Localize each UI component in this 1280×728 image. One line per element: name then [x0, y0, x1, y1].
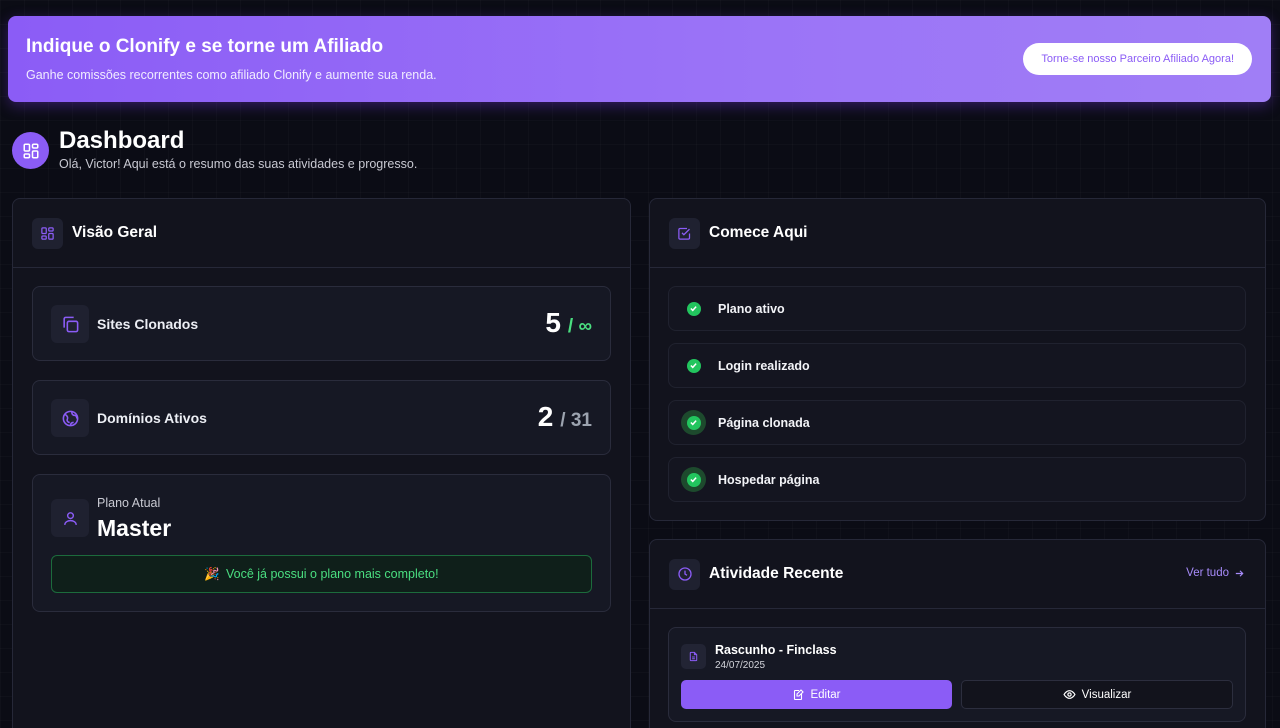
see-all-link[interactable]: Ver tudo [1186, 567, 1245, 579]
step-label: Plano ativo [718, 301, 785, 316]
check-icon [681, 353, 706, 378]
grid-icon [32, 217, 63, 249]
activity-date: 24/07/2025 [715, 660, 766, 671]
edit-label: Editar [810, 688, 841, 701]
affiliate-banner: Indique o Clonify e se torne um Afiliado… [8, 16, 1271, 102]
sites-cloned-label: Sites Clonados [97, 316, 199, 332]
active-domains-stat: Domínios Ativos 2 / 31 [32, 380, 611, 455]
step-item: Plano ativo [668, 286, 1246, 331]
getting-started-card: Comece Aqui Plano ativo Login realizado … [649, 198, 1266, 521]
step-label: Login realizado [718, 358, 810, 373]
activity-item: Rascunho - Finclass 24/07/2025 Editar Vi… [668, 627, 1246, 722]
checkbox-icon [669, 217, 700, 249]
globe-icon [51, 399, 89, 437]
plan-label: Plano Atual [97, 496, 161, 510]
view-button[interactable]: Visualizar [961, 680, 1233, 709]
check-icon [681, 296, 706, 321]
sites-cloned-value: 5 / ∞ [545, 307, 592, 339]
page-title: Dashboard [59, 127, 185, 154]
step-item[interactable]: Hospedar página [668, 457, 1246, 502]
see-all-label: Ver tudo [1186, 567, 1229, 579]
check-icon [681, 410, 706, 435]
step-item: Login realizado [668, 343, 1246, 388]
banner-title: Indique o Clonify e se torne um Afiliado [26, 36, 384, 57]
eye-icon [1063, 690, 1076, 699]
edit-button[interactable]: Editar [681, 680, 952, 709]
affiliate-button[interactable]: Torne-se nosso Parceiro Afiliado Agora! [1023, 43, 1252, 75]
grid-icon [12, 132, 49, 169]
sites-cloned-count: 5 [545, 307, 561, 338]
banner-subtitle: Ganhe comissões recorrentes como afiliad… [26, 68, 437, 82]
document-icon [681, 644, 706, 669]
user-icon [51, 499, 89, 537]
overview-card: Visão Geral Sites Clonados 5 / ∞ Domínio… [12, 198, 631, 728]
step-item[interactable]: Página clonada [668, 400, 1246, 445]
party-icon: 🎉 [204, 566, 220, 581]
edit-icon [794, 688, 805, 700]
plan-name: Master [97, 515, 172, 541]
sites-cloned-stat: Sites Clonados 5 / ∞ [32, 286, 611, 361]
recent-activity-header: Atividade Recente Ver tudo [650, 540, 1265, 609]
overview-title: Visão Geral [72, 224, 158, 241]
sites-cloned-limit: / ∞ [567, 316, 592, 337]
page-subtitle: Olá, Victor! Aqui está o resumo das suas… [59, 157, 418, 171]
step-label: Hospedar página [718, 472, 820, 487]
current-plan: Plano Atual Master 🎉 Você já possui o pl… [32, 474, 611, 612]
getting-started-header: Comece Aqui [650, 199, 1265, 268]
recent-activity-card: Atividade Recente Ver tudo Rascunho - Fi… [649, 539, 1266, 728]
plan-note: 🎉 Você já possui o plano mais completo! [51, 555, 592, 593]
active-domains-count: 2 [537, 401, 554, 432]
step-label: Página clonada [718, 415, 810, 430]
getting-started-title: Comece Aqui [709, 224, 808, 241]
plan-note-text: Você já possui o plano mais completo! [225, 567, 439, 581]
arrow-right-icon [1235, 569, 1244, 577]
copy-icon [51, 305, 89, 343]
overview-header: Visão Geral [13, 199, 630, 268]
check-icon [681, 467, 706, 492]
view-label: Visualizar [1081, 688, 1132, 701]
recent-activity-title: Atividade Recente [709, 565, 844, 582]
activity-title: Rascunho - Finclass [715, 643, 837, 657]
active-domains-value: 2 / 31 [538, 401, 592, 433]
clock-icon [669, 558, 700, 590]
active-domains-label: Domínios Ativos [97, 410, 207, 426]
active-domains-limit: / 31 [560, 410, 592, 431]
